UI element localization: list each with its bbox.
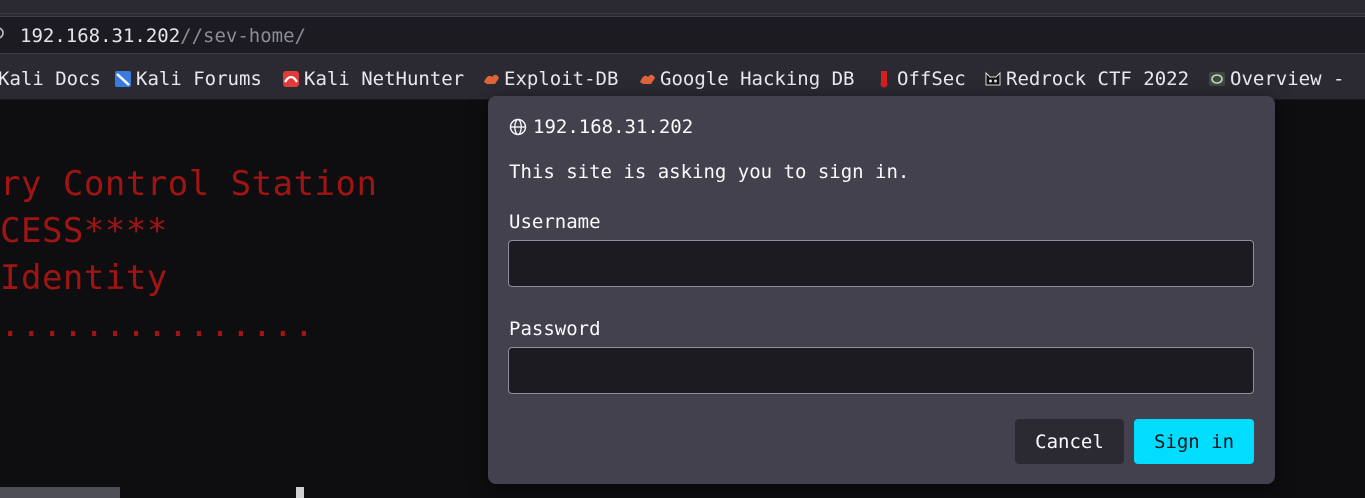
terminal-cursor (296, 487, 304, 498)
nethunter-icon (283, 71, 299, 87)
navigation-toolbar: 192.168.31.202//sev-home/ (0, 14, 1365, 56)
bookmark-google-hacking-db[interactable]: Google Hacking DB (638, 68, 854, 90)
page-line-dots: ............... (0, 305, 315, 345)
search-icon (0, 27, 4, 39)
cancel-button[interactable]: Cancel (1015, 419, 1124, 464)
exploit-db-icon (484, 74, 499, 84)
kali-forums-icon (115, 71, 131, 87)
page-line-identity: Identity (0, 258, 168, 298)
globe-icon (509, 118, 527, 136)
password-label: Password (509, 318, 601, 340)
bookmark-label: Kali Forums (136, 68, 262, 90)
url-host: 192.168.31.202 (20, 25, 181, 47)
bookmark-kali-docs[interactable]: Kali Docs (0, 68, 101, 90)
bookmark-label: Google Hacking DB (660, 68, 855, 90)
url-text[interactable]: 192.168.31.202//sev-home/ (20, 25, 306, 47)
bookmarks-toolbar: Kali Docs Kali Forums Kali NetHunter Exp… (0, 56, 1365, 100)
ghdb-icon (640, 74, 655, 84)
bookmark-overview[interactable]: Overview - (1208, 68, 1344, 90)
bookmark-label: Kali NetHunter (304, 68, 465, 90)
bookmark-kali-forums[interactable]: Kali Forums (114, 68, 262, 90)
bookmark-offsec[interactable]: OffSec (875, 68, 966, 90)
overview-icon (1209, 72, 1225, 86)
url-path: //sev-home/ (180, 25, 306, 47)
password-field[interactable] (508, 347, 1254, 394)
sign-in-button[interactable]: Sign in (1134, 419, 1254, 464)
username-field[interactable] (508, 240, 1254, 287)
bookmark-exploit-db[interactable]: Exploit-DB (482, 68, 618, 90)
bookmark-label: Exploit-DB (504, 68, 619, 90)
username-label: Username (509, 211, 601, 233)
bookmark-label: Kali Docs (0, 68, 101, 90)
page-line-title: ry Control Station (0, 164, 378, 204)
redrock-icon (985, 71, 1001, 86)
url-bar[interactable]: 192.168.31.202//sev-home/ (0, 16, 1365, 54)
dialog-host: 192.168.31.202 (509, 116, 693, 138)
bookmark-label: Overview - (1230, 68, 1345, 90)
bookmark-kali-nethunter[interactable]: Kali NetHunter (282, 68, 464, 90)
dialog-message: This site is asking you to sign in. (509, 161, 910, 183)
bookmark-label: Redrock CTF 2022 (1006, 68, 1190, 90)
bookmark-label: OffSec (897, 68, 966, 90)
offsec-icon (880, 71, 888, 88)
page-line-access: CESS**** (0, 211, 168, 251)
tab-strip (0, 0, 1365, 14)
sign-in-dialog: 192.168.31.202 This site is asking you t… (488, 96, 1275, 484)
terminal-block-gray (0, 487, 120, 498)
bookmark-redrock-ctf[interactable]: Redrock CTF 2022 (984, 68, 1189, 90)
dialog-host-text: 192.168.31.202 (533, 116, 694, 138)
